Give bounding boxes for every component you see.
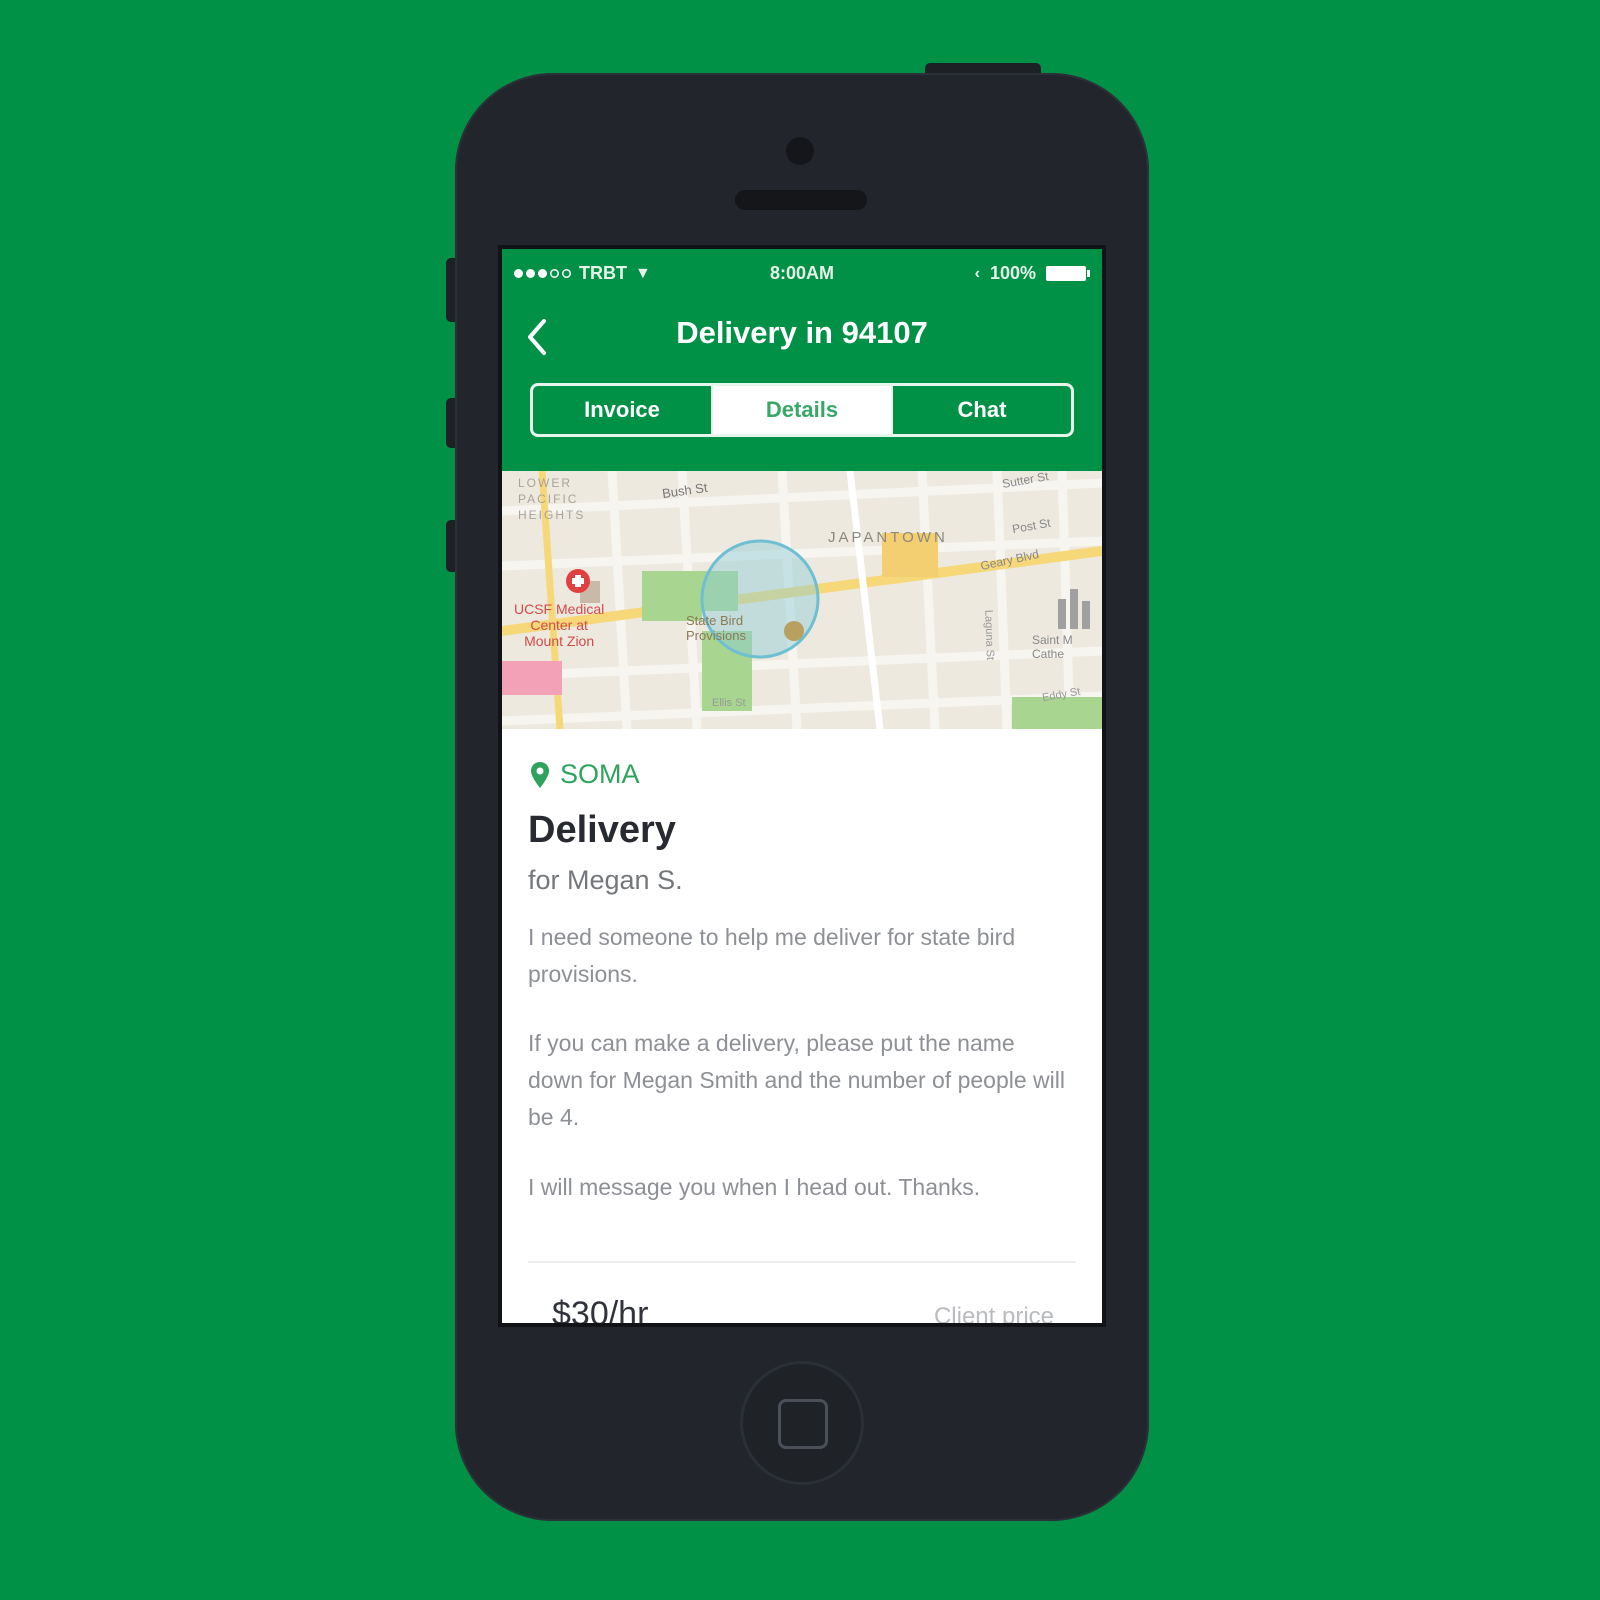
divider [528,1261,1076,1263]
map-label-lower-pacific-heights: LOWER PACIFIC HEIGHTS [518,476,586,522]
map-label-japantown: JAPANTOWN [828,529,948,546]
status-bar: TRBT ▼ 8:00AM ‹ 100% [502,259,1102,289]
home-square-icon [778,1399,828,1449]
job-price: $30/hr [552,1295,649,1323]
battery-icon [1046,266,1090,281]
app-header: TRBT ▼ 8:00AM ‹ 100% Delivery in 94107 I… [502,249,1102,471]
page-title: Delivery in 94107 [676,315,928,350]
status-right: ‹ 100% [974,263,1090,284]
map-label-laguna-st: Laguna St [982,609,996,661]
battery-percent: 100% [989,263,1036,283]
phone-screen: TRBT ▼ 8:00AM ‹ 100% Delivery in 94107 I… [498,245,1106,1327]
job-description-paragraph: If you can make a delivery, please put t… [528,1030,1065,1130]
job-details: SOMA Delivery for Megan S. I need someon… [502,729,1102,1323]
earpiece-speaker [735,190,867,210]
job-description-paragraph: I will message you when I head out. Than… [528,1174,981,1200]
map-view[interactable]: LOWER PACIFIC HEIGHTS Bush St Sutter St … [502,471,1102,729]
bluetooth-icon: ‹ [974,264,980,282]
map-label-ellis-st: Ellis St [712,697,746,709]
segmented-control: Invoice Details Chat [530,383,1074,437]
job-location: SOMA [530,759,640,790]
location-pin-icon [531,761,549,788]
map-label-saint-mary: Saint M Cathe [1032,633,1073,661]
job-title: Delivery [528,809,676,851]
home-button[interactable] [740,1361,864,1485]
phone-frame: TRBT ▼ 8:00AM ‹ 100% Delivery in 94107 I… [455,73,1149,1521]
price-label: Client price [933,1303,1054,1323]
job-description-paragraph: I need someone to help me deliver for st… [528,924,1016,987]
tab-invoice[interactable]: Invoice [533,386,711,434]
front-camera [786,137,814,165]
map-label-state-bird: State Bird Provisions [686,613,746,643]
tab-chat[interactable]: Chat [891,386,1071,434]
tab-details[interactable]: Details [711,386,891,434]
map-canvas [502,471,1102,729]
location-label: SOMA [560,759,640,789]
map-label-ucsf: UCSF Medical Center at Mount Zion [514,601,605,649]
job-client: for Megan S. [528,865,683,895]
